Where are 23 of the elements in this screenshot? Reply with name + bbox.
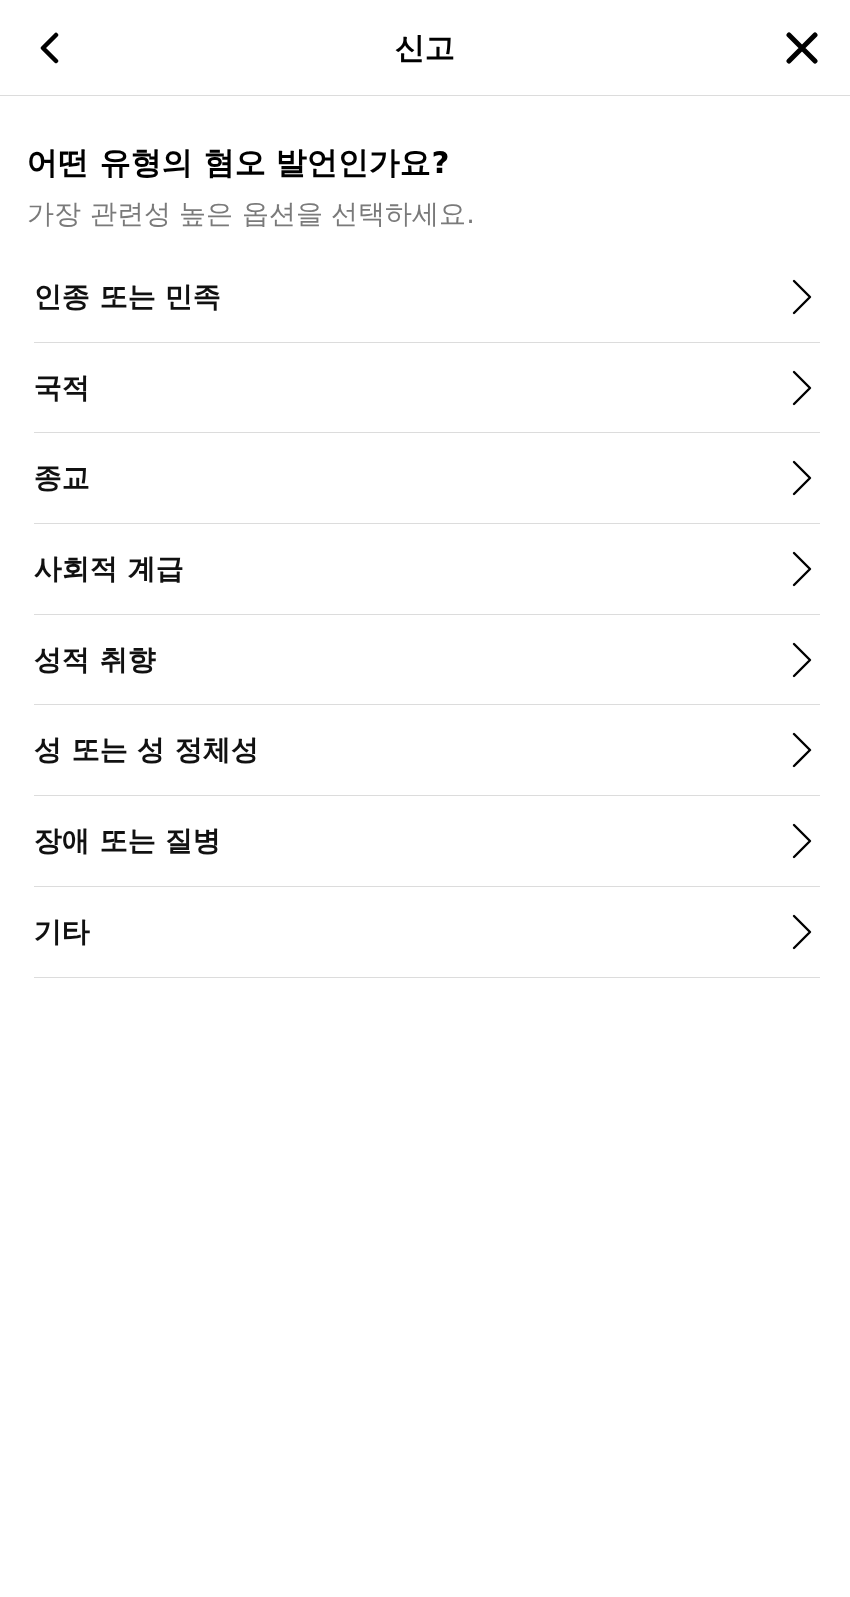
option-list-item[interactable]: 종교 bbox=[34, 433, 820, 525]
chevron-right-icon bbox=[792, 460, 812, 497]
option-list-item[interactable]: 국적 bbox=[34, 342, 820, 434]
option-list-item[interactable]: 성적 취향 bbox=[34, 614, 820, 706]
chevron-right-icon bbox=[792, 641, 812, 678]
chevron-right-icon bbox=[792, 822, 812, 859]
chevron-right-icon bbox=[792, 732, 812, 769]
option-list-item[interactable]: 사회적 계급 bbox=[34, 524, 820, 615]
option-list-item[interactable]: 성 또는 성 정체성 bbox=[34, 705, 820, 797]
question-subtitle: 가장 관련성 높은 옵션을 선택하세요. bbox=[27, 197, 476, 231]
chevron-right-icon bbox=[792, 550, 812, 587]
chevron-right-icon bbox=[792, 278, 812, 315]
option-list-item[interactable]: 인종 또는 민족 bbox=[34, 252, 820, 343]
page-title: 신고 bbox=[395, 28, 455, 67]
option-list-item[interactable]: 기타 bbox=[34, 886, 820, 978]
option-list-item[interactable]: 장애 또는 질병 bbox=[34, 796, 820, 887]
chevron-left-icon bbox=[38, 31, 60, 64]
back-button[interactable] bbox=[38, 31, 60, 64]
chevron-right-icon bbox=[792, 369, 812, 406]
close-icon bbox=[786, 31, 818, 64]
chevron-right-icon bbox=[792, 913, 812, 950]
question-heading: 어떤 유형의 혐오 발언인가요? bbox=[27, 143, 451, 182]
close-button[interactable] bbox=[786, 31, 818, 64]
